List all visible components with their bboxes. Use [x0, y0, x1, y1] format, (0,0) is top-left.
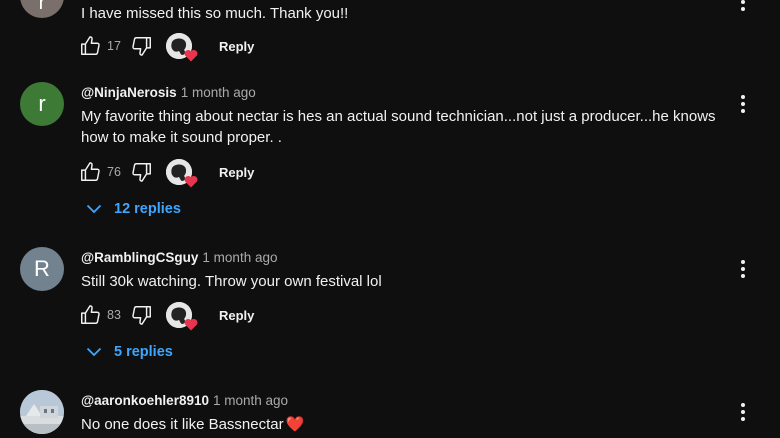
- comment-text-body: No one does it like Bassnectar: [81, 416, 284, 433]
- creator-heart-icon: [166, 159, 198, 188]
- author-handle[interactable]: @aaronkoehler8910: [81, 393, 209, 408]
- like-count: 83: [107, 308, 121, 322]
- heart-emoji: ❤️: [285, 416, 305, 433]
- thumb-down-icon[interactable]: [131, 35, 153, 57]
- avatar[interactable]: [20, 390, 64, 434]
- creator-heart-icon: [166, 33, 198, 62]
- avatar-letter: r: [38, 0, 46, 14]
- more-vert-icon[interactable]: [738, 0, 748, 12]
- comment-text: I have missed this so much. Thank you!!: [81, 5, 349, 22]
- author-handle[interactable]: @RamblingCSguy: [81, 250, 198, 265]
- creator-heart-icon: [166, 302, 198, 331]
- reply-button[interactable]: Reply: [219, 39, 254, 54]
- comment-timestamp[interactable]: 1 month ago: [202, 250, 277, 265]
- thumb-down-icon[interactable]: [131, 304, 153, 326]
- avatar-photo: [20, 390, 64, 434]
- comment-actions: 83 Reply: [79, 302, 254, 331]
- comment-text: No one does it like Bassnectar ❤️: [81, 414, 731, 435]
- comment-header: @NinjaNerosis 1 month ago: [81, 85, 256, 100]
- reply-button[interactable]: Reply: [219, 165, 254, 180]
- thumb-up-icon[interactable]: [79, 161, 101, 183]
- reply-button[interactable]: Reply: [219, 308, 254, 323]
- more-vert-icon[interactable]: [738, 259, 748, 279]
- comment-text: My favorite thing about nectar is hes an…: [81, 108, 716, 146]
- avatar[interactable]: r: [20, 0, 64, 18]
- view-replies-button[interactable]: 12 replies: [86, 201, 181, 217]
- author-handle[interactable]: @NinjaNerosis: [81, 85, 177, 100]
- heart-icon: [184, 176, 198, 188]
- more-vert-icon[interactable]: [738, 94, 748, 114]
- thumb-up-icon[interactable]: [79, 35, 101, 57]
- heart-icon: [184, 319, 198, 331]
- like-count: 76: [107, 165, 121, 179]
- comment-header: @aaronkoehler8910 1 month ago: [81, 393, 288, 408]
- thumb-down-icon[interactable]: [131, 161, 153, 183]
- thumb-up-icon[interactable]: [79, 304, 101, 326]
- avatar[interactable]: R: [20, 247, 64, 291]
- comment-actions: 76 Reply: [79, 159, 254, 188]
- heart-icon: [184, 50, 198, 62]
- view-replies-button[interactable]: 5 replies: [86, 344, 173, 360]
- comment-header: @RamblingCSguy 1 month ago: [81, 250, 277, 265]
- avatar[interactable]: r: [20, 82, 64, 126]
- comment-timestamp[interactable]: 1 month ago: [181, 85, 256, 100]
- replies-count-label: 5 replies: [114, 344, 173, 360]
- comment-timestamp[interactable]: 1 month ago: [213, 393, 288, 408]
- comment-text: Still 30k watching. Throw your own festi…: [81, 273, 382, 290]
- comment-actions: 17 Reply: [79, 33, 254, 62]
- more-vert-icon[interactable]: [738, 402, 748, 422]
- chevron-down-icon: [86, 204, 102, 214]
- avatar-letter: r: [38, 91, 46, 116]
- avatar-letter: R: [34, 256, 50, 281]
- like-count: 17: [107, 39, 121, 53]
- replies-count-label: 12 replies: [114, 201, 181, 217]
- chevron-down-icon: [86, 347, 102, 357]
